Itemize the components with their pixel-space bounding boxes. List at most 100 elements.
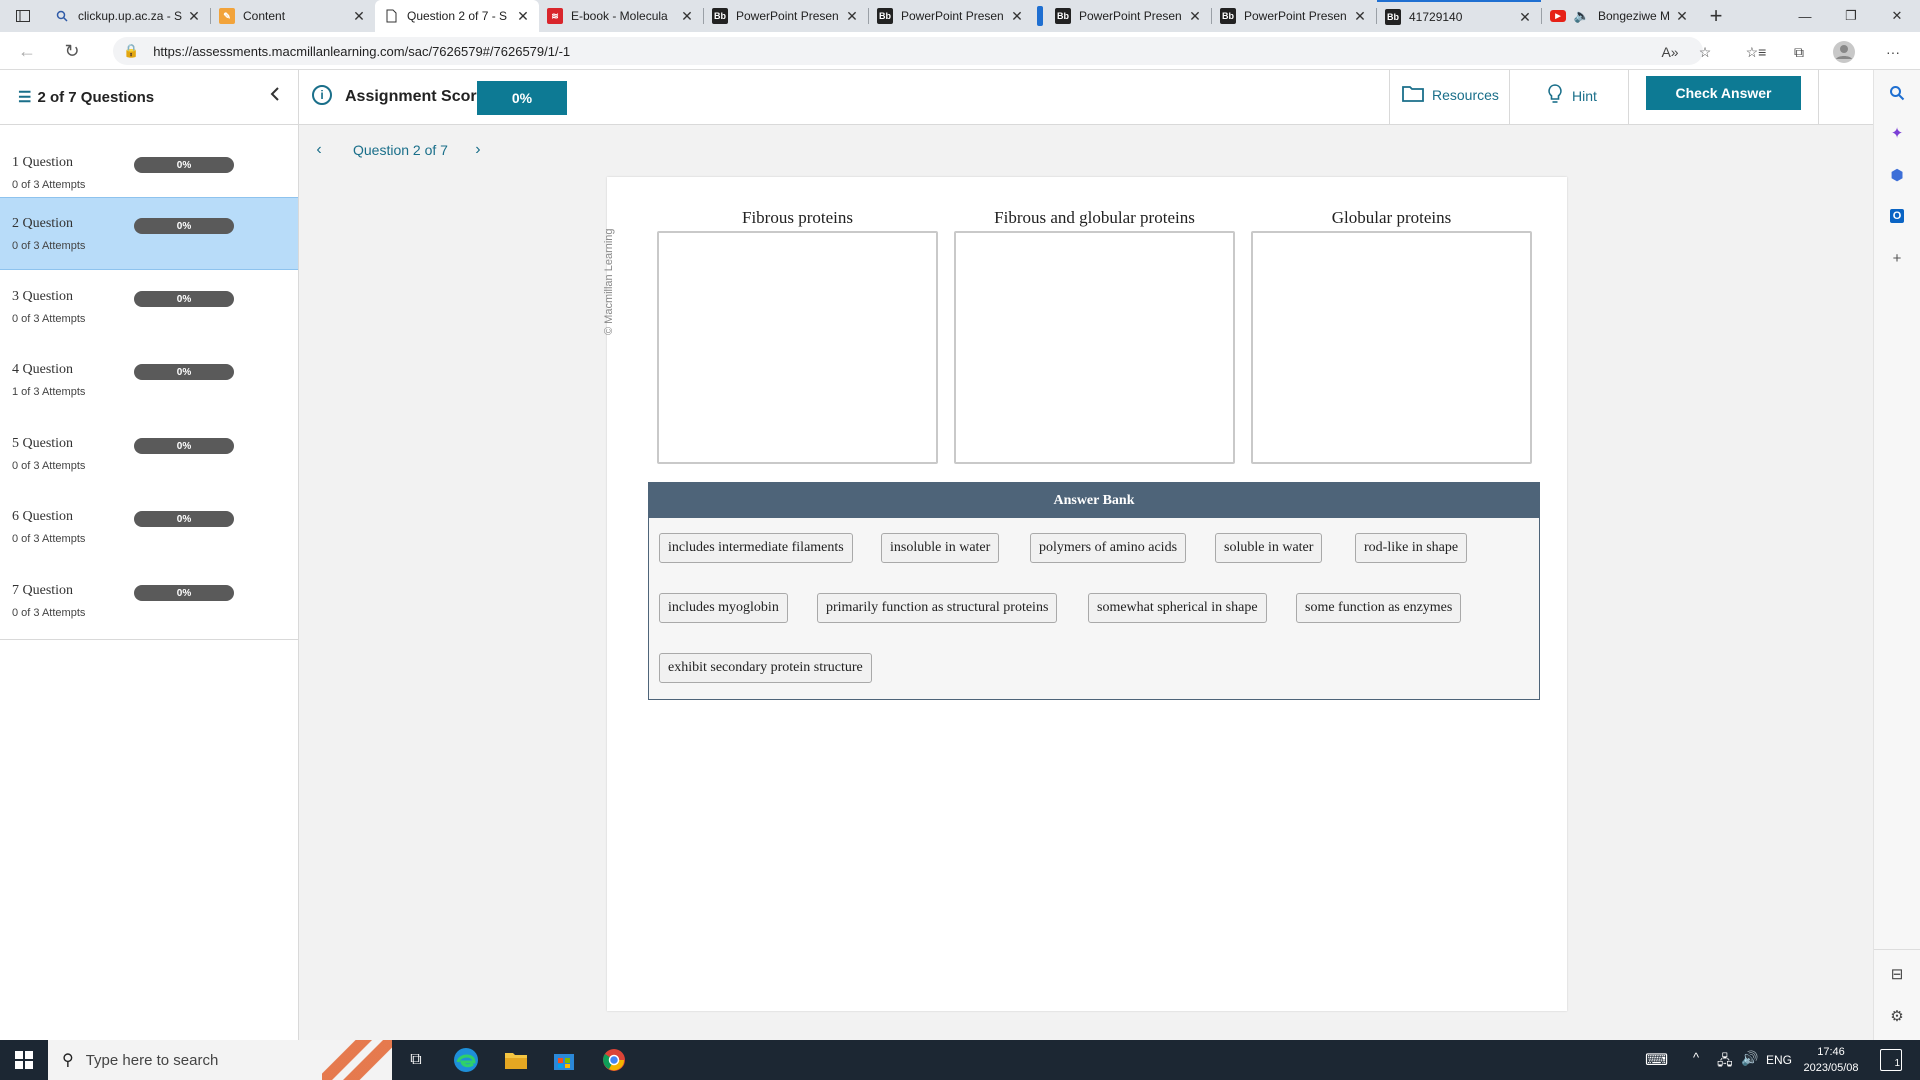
question-attempts: 0 of 3 Attempts bbox=[12, 240, 86, 252]
split-screen-icon[interactable]: ⊟ bbox=[1886, 963, 1908, 985]
info-icon[interactable]: i bbox=[312, 85, 332, 105]
taskbar-search-box[interactable]: ⚲ Type here to search bbox=[48, 1040, 392, 1080]
browser-tab-41729140[interactable]: Bb 41729140 ✕ bbox=[1377, 0, 1541, 32]
question-attempts: 0 of 3 Attempts bbox=[12, 607, 86, 619]
browser-tab-ebook[interactable]: ≋ E-book - Molecula ✕ bbox=[539, 0, 703, 32]
question-score-bar: 0% bbox=[134, 218, 234, 234]
tab-actions-icon[interactable] bbox=[0, 0, 46, 32]
check-answer-button[interactable]: Check Answer bbox=[1646, 76, 1801, 110]
network-icon[interactable]: 🖧 bbox=[1717, 1050, 1733, 1074]
question-nav-label[interactable]: Question 2 of 7 bbox=[353, 142, 448, 158]
drop-zone[interactable] bbox=[657, 231, 938, 464]
resources-button[interactable]: Resources bbox=[1402, 84, 1499, 105]
close-tab-icon[interactable]: ✕ bbox=[1517, 9, 1533, 26]
question-list-item-7[interactable]: 7 Question 0 of 3 Attempts 0% bbox=[0, 565, 298, 638]
browser-tab-powerpoint-1[interactable]: Bb PowerPoint Presen ✕ bbox=[704, 0, 868, 32]
answer-chip[interactable]: rod-like in shape bbox=[1355, 533, 1468, 563]
answer-chip[interactable]: insoluble in water bbox=[881, 533, 1000, 563]
close-tab-icon[interactable]: ✕ bbox=[679, 8, 695, 25]
restore-icon[interactable]: ❐ bbox=[1828, 0, 1874, 32]
answer-chip[interactable]: includes myoglobin bbox=[659, 593, 788, 623]
next-question-icon[interactable]: › bbox=[468, 141, 488, 159]
keyboard-icon[interactable]: ⌨ bbox=[1645, 1050, 1668, 1070]
read-aloud-icon[interactable]: A» bbox=[1659, 41, 1681, 63]
close-tab-icon[interactable]: ✕ bbox=[351, 8, 367, 25]
question-score-bar: 0% bbox=[134, 291, 234, 307]
add-favorite-icon[interactable]: ☆ bbox=[1694, 41, 1716, 63]
add-icon[interactable]: + bbox=[1886, 247, 1908, 269]
close-tab-icon[interactable]: ✕ bbox=[515, 8, 531, 25]
browser-tab-powerpoint-4[interactable]: Bb PowerPoint Presen ✕ bbox=[1212, 0, 1376, 32]
question-score-bar: 0% bbox=[134, 364, 234, 380]
question-list-item-4[interactable]: 4 Question 1 of 3 Attempts 0% bbox=[0, 344, 298, 417]
tab-title: Content bbox=[243, 9, 286, 23]
close-tab-icon[interactable]: ✕ bbox=[1674, 8, 1690, 25]
close-tab-icon[interactable]: ✕ bbox=[1009, 8, 1025, 25]
previous-question-icon[interactable]: ‹ bbox=[309, 141, 329, 159]
question-name: 2 Question bbox=[12, 216, 74, 231]
answer-chip[interactable]: somewhat spherical in shape bbox=[1088, 593, 1267, 623]
address-bar: ← ↻ 🔒 https://assessments.macmillanlearn… bbox=[0, 32, 1920, 70]
notification-center-icon[interactable]: 1 bbox=[1880, 1049, 1902, 1071]
chrome-icon[interactable] bbox=[598, 1044, 630, 1076]
outlook-icon[interactable]: O bbox=[1886, 205, 1908, 227]
profile-avatar[interactable] bbox=[1833, 41, 1855, 63]
task-view-icon[interactable]: ⧉ bbox=[400, 1044, 432, 1076]
hint-button[interactable]: Hint bbox=[1548, 84, 1597, 107]
question-list-item-2[interactable]: 2 Question 0 of 3 Attempts 0% bbox=[0, 197, 298, 270]
collections-icon[interactable]: ⧉ bbox=[1788, 41, 1810, 63]
back-icon[interactable]: ← bbox=[17, 41, 37, 61]
discover-icon[interactable]: ✦ bbox=[1886, 122, 1908, 144]
answer-chip[interactable]: soluble in water bbox=[1215, 533, 1323, 563]
close-tab-icon[interactable]: ✕ bbox=[186, 8, 202, 25]
show-hidden-icons[interactable]: ^ bbox=[1693, 1050, 1699, 1065]
language-indicator[interactable]: ENG bbox=[1766, 1053, 1792, 1067]
close-window-icon[interactable]: ✕ bbox=[1874, 0, 1920, 32]
browser-tab-clickup[interactable]: clickup.up.ac.za - S ✕ bbox=[46, 0, 210, 32]
speaker-icon[interactable]: 🔈 bbox=[1574, 8, 1590, 24]
question-list-item-6[interactable]: 6 Question 0 of 3 Attempts 0% bbox=[0, 491, 298, 564]
browser-tab-powerpoint-3[interactable]: Bb PowerPoint Presen ✕ bbox=[1047, 0, 1211, 32]
volume-icon[interactable]: 🔊 bbox=[1741, 1050, 1758, 1067]
divider bbox=[1628, 70, 1629, 125]
windows-start-icon[interactable] bbox=[0, 1040, 48, 1080]
gear-icon[interactable]: ⚙ bbox=[1886, 1005, 1908, 1027]
answer-chip[interactable]: polymers of amino acids bbox=[1030, 533, 1187, 563]
answer-chip[interactable]: some function as enzymes bbox=[1296, 593, 1462, 623]
drop-zone[interactable] bbox=[954, 231, 1235, 464]
url-field[interactable]: 🔒 https://assessments.macmillanlearning.… bbox=[113, 37, 1703, 65]
close-tab-icon[interactable]: ✕ bbox=[1187, 8, 1203, 25]
search-icon[interactable] bbox=[1886, 82, 1908, 104]
collapse-sidebar-button[interactable] bbox=[270, 85, 280, 106]
file-explorer-icon[interactable] bbox=[500, 1044, 532, 1076]
edge-sidebar: ✦ ⬢ O + ⊟ ⚙ bbox=[1873, 70, 1920, 1040]
browser-tab-youtube[interactable]: ▶ 🔈 Bongeziwe M ✕ bbox=[1542, 0, 1698, 32]
browser-tab-question[interactable]: Question 2 of 7 - S ✕ bbox=[375, 0, 539, 32]
window-controls: — ❐ ✕ bbox=[1782, 0, 1920, 32]
edge-browser-icon[interactable] bbox=[450, 1044, 482, 1076]
question-list-item-5[interactable]: 5 Question 0 of 3 Attempts 0% bbox=[0, 418, 298, 491]
answer-chip[interactable]: exhibit secondary protein structure bbox=[659, 653, 872, 683]
taskbar-clock[interactable]: 17:46 2023/05/08 bbox=[1796, 1044, 1866, 1076]
office-icon[interactable]: ⬢ bbox=[1886, 164, 1908, 186]
search-highlight-icon bbox=[322, 1040, 392, 1080]
settings-more-icon[interactable]: ··· bbox=[1882, 41, 1904, 63]
question-name: 5 Question bbox=[12, 436, 74, 451]
refresh-icon[interactable]: ↻ bbox=[62, 41, 82, 61]
new-tab-icon[interactable]: + bbox=[1698, 0, 1734, 32]
answer-chip[interactable]: includes intermediate filaments bbox=[659, 533, 853, 563]
close-tab-icon[interactable]: ✕ bbox=[1352, 8, 1368, 25]
favorites-icon[interactable]: ☆≡ bbox=[1745, 41, 1767, 63]
close-tab-icon[interactable]: ✕ bbox=[844, 8, 860, 25]
bb-icon: Bb bbox=[1220, 8, 1236, 24]
tab-title: PowerPoint Presen bbox=[901, 9, 1004, 23]
answer-chip[interactable]: primarily function as structural protein… bbox=[817, 593, 1058, 623]
tab-title: Question 2 of 7 - S bbox=[407, 9, 508, 23]
drop-zone[interactable] bbox=[1251, 231, 1532, 464]
browser-tab-powerpoint-2[interactable]: Bb PowerPoint Presen ✕ bbox=[869, 0, 1033, 32]
app-header: ☰ 2 of 7 Questions i Assignment Score: 0… bbox=[0, 70, 1873, 125]
question-list-item-3[interactable]: 3 Question 0 of 3 Attempts 0% bbox=[0, 271, 298, 344]
microsoft-store-icon[interactable] bbox=[548, 1044, 580, 1076]
minimize-icon[interactable]: — bbox=[1782, 0, 1828, 32]
browser-tab-content[interactable]: ✎ Content ✕ bbox=[211, 0, 375, 32]
